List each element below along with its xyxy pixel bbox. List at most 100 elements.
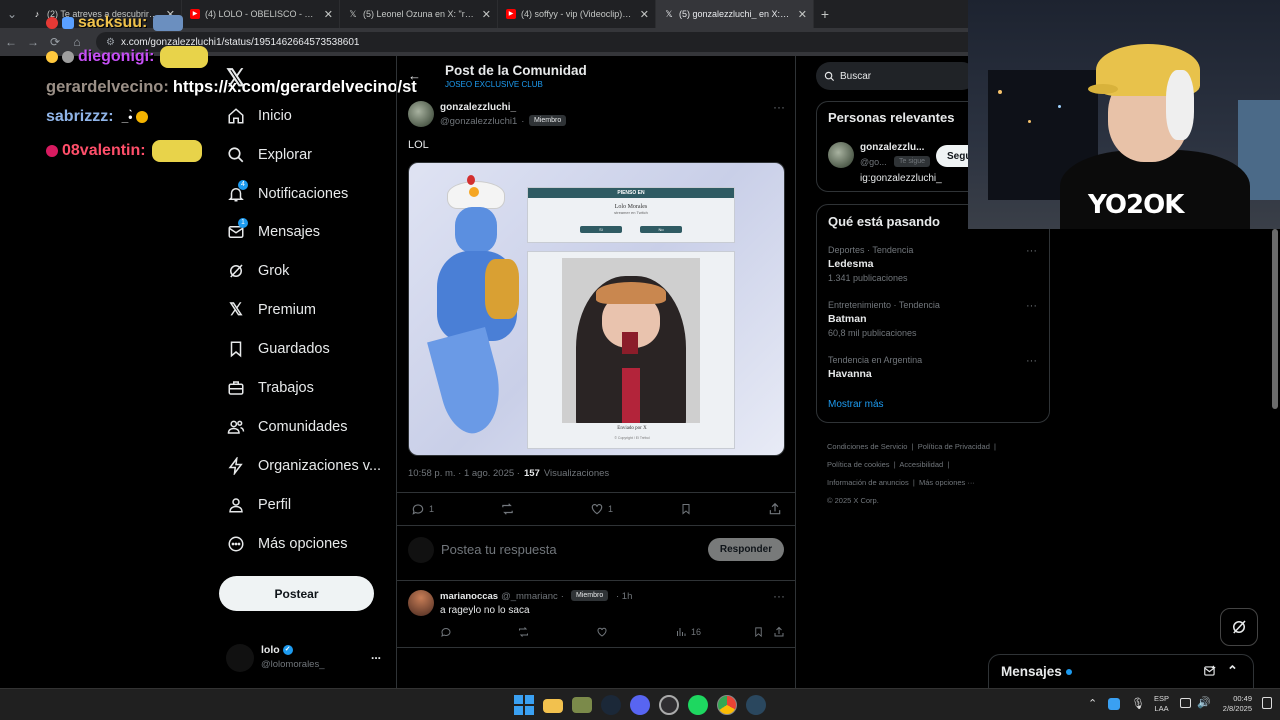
steam-icon[interactable] — [601, 695, 621, 715]
nav-item-premium[interactable]: 𝕏 Premium — [226, 298, 316, 322]
chat-username: sacksuu: — [78, 14, 148, 31]
account-switcher[interactable]: lolo ✓ @lolomorales_ ... — [226, 642, 386, 672]
share-button[interactable] — [773, 626, 785, 638]
nav-item-comunidades[interactable]: Comunidades — [226, 415, 347, 439]
footer-link[interactable]: Información de anuncios — [827, 478, 909, 487]
close-icon[interactable]: ✕ — [482, 8, 491, 21]
browser-tab[interactable]: ▶ (4) soffyy - vip (Videoclip) - You ✕ — [498, 0, 656, 28]
trend-item[interactable]: Tendencia en Argentina Havanna — [828, 355, 922, 380]
grok-floating-button[interactable] — [1220, 608, 1258, 646]
more-icon[interactable]: ··· — [773, 100, 785, 114]
expand-icon[interactable]: ⌃ — [1227, 663, 1238, 679]
avatar[interactable] — [408, 101, 434, 127]
windows-start-icon[interactable] — [514, 695, 534, 715]
footer-link[interactable]: Condiciones de Servicio — [827, 442, 907, 451]
reply-time[interactable]: · 1h — [616, 591, 632, 602]
footer-link[interactable]: Política de Privacidad — [918, 442, 990, 451]
reply-input[interactable]: Postea tu respuesta — [441, 542, 557, 557]
like-button[interactable] — [596, 626, 608, 638]
post-button[interactable]: Postear — [219, 576, 374, 611]
reply-icon — [412, 504, 424, 515]
more-icon[interactable]: ··· — [1026, 355, 1037, 367]
obs-icon[interactable] — [659, 695, 679, 715]
tab-list-button[interactable]: ⌄ — [0, 7, 24, 21]
network-icon[interactable] — [1180, 698, 1191, 708]
person-name[interactable]: gonzalezzlu... — [860, 142, 924, 153]
nav-item-notificaciones[interactable]: 4 Notificaciones — [226, 180, 348, 206]
back-icon[interactable]: ← — [0, 35, 22, 49]
browser-tab-active[interactable]: 𝕏(5) gonzalezzluchi_ en X: "LOL"✕ — [656, 0, 814, 28]
repost-icon — [502, 503, 513, 515]
post-author[interactable]: gonzalezzluchi_ — [440, 102, 516, 113]
nav-item-perfil[interactable]: Perfil — [226, 493, 291, 517]
post-handle[interactable]: @gonzalezzluchi1 — [440, 116, 517, 127]
nav-item-mensajes[interactable]: 1 Mensajes — [226, 218, 320, 244]
member-badge: Miembro — [529, 115, 567, 126]
footer-link[interactable]: Más opciones ··· — [919, 478, 975, 487]
nav-item-mas-opciones[interactable]: Más opciones — [226, 532, 347, 556]
close-icon[interactable]: ✕ — [640, 8, 649, 21]
nav-item-guardados[interactable]: Guardados — [226, 337, 330, 361]
nav-item-inicio[interactable]: Inicio — [226, 104, 292, 128]
steam-icon[interactable] — [746, 695, 766, 715]
bookmark-button[interactable] — [753, 626, 764, 638]
more-icon[interactable]: ··· — [1026, 300, 1037, 312]
back-arrow-icon[interactable]: ← — [408, 68, 421, 83]
home-icon — [226, 106, 246, 126]
reply-submit-button[interactable]: Responder — [708, 538, 784, 561]
views-button[interactable]: 16 — [675, 626, 701, 638]
new-tab-button[interactable]: + — [814, 6, 836, 22]
discord-icon[interactable] — [630, 695, 650, 715]
forward-icon[interactable]: → — [22, 35, 44, 49]
app-icon[interactable] — [572, 697, 592, 713]
more-icon[interactable]: ··· — [1026, 245, 1037, 257]
avatar[interactable] — [408, 590, 434, 616]
close-icon[interactable]: ✕ — [324, 8, 333, 21]
nav-item-trabajos[interactable]: Trabajos — [226, 376, 314, 400]
file-explorer-icon[interactable] — [543, 699, 563, 713]
chevron-up-icon[interactable]: ⌃ — [1088, 697, 1097, 710]
chrome-icon[interactable] — [717, 695, 737, 715]
reply-author[interactable]: marianoccas — [440, 591, 498, 602]
post-timestamp[interactable]: 10:58 p. m. · 1 ago. 2025 · — [408, 468, 520, 479]
spotify-icon[interactable] — [688, 695, 708, 715]
community-link[interactable]: JOSEO EXCLUSIVE CLUB — [445, 80, 543, 89]
copyright-label: © Copyright / El Trébol — [614, 436, 650, 440]
reply-button[interactable] — [440, 626, 452, 638]
language-indicator[interactable]: ESP LAA — [1154, 694, 1169, 714]
repost-button[interactable] — [500, 502, 515, 516]
microphone-icon[interactable]: 🎙 — [1131, 697, 1145, 710]
close-icon[interactable]: ✕ — [798, 8, 807, 21]
nav-item-explorar[interactable]: Explorar — [226, 143, 312, 167]
more-icon[interactable]: ··· — [773, 589, 785, 603]
trend-item[interactable]: Deportes · Tendencia Ledesma 1.341 publica… — [828, 245, 913, 283]
scrollbar-thumb[interactable] — [1272, 229, 1278, 409]
like-button[interactable]: 1 — [590, 502, 613, 516]
x-logo-icon[interactable]: 𝕏 — [226, 64, 245, 93]
avatar[interactable] — [828, 142, 854, 168]
trend-item[interactable]: Entretenimiento · Tendencia Batman 60,8 mi… — [828, 300, 940, 338]
repost-button[interactable] — [517, 626, 530, 638]
more-icon[interactable]: ... — [371, 648, 381, 662]
browser-tab[interactable]: ▶(4) LOLO - OBELISCO - YouTube✕ — [182, 0, 340, 28]
share-button[interactable] — [768, 502, 782, 516]
footer-link[interactable]: Accesibilidad — [899, 460, 943, 469]
bookmark-button[interactable] — [680, 502, 692, 516]
reply-icon — [441, 628, 451, 637]
search-input[interactable]: Buscar — [816, 62, 976, 90]
show-more-link[interactable]: Mostrar más — [828, 399, 884, 410]
messages-drawer[interactable]: Mensajes ⌃ — [988, 654, 1254, 688]
nav-item-organizaciones[interactable]: Organizaciones v... — [226, 454, 381, 478]
footer-link[interactable]: Política de cookies — [827, 460, 890, 469]
reply-handle[interactable]: @_mmarianc — [501, 591, 558, 602]
post-image[interactable]: PIENSO EN Lolo Morales streamer en Twitc… — [408, 162, 785, 456]
nav-item-grok[interactable]: Grok — [226, 259, 289, 283]
notification-center-icon[interactable] — [1262, 697, 1272, 709]
bell-icon: 4 — [226, 180, 248, 204]
volume-icon[interactable]: 🔊 — [1197, 696, 1211, 709]
unread-dot-icon — [1065, 668, 1072, 675]
browser-tab[interactable]: 𝕏(5) Leonel Ozuna en X: "respon✕ — [340, 0, 498, 28]
clock[interactable]: 00:49 2/8/2025 — [1214, 694, 1252, 714]
new-message-icon[interactable] — [1203, 664, 1217, 681]
reply-button[interactable]: 1 — [411, 502, 434, 516]
